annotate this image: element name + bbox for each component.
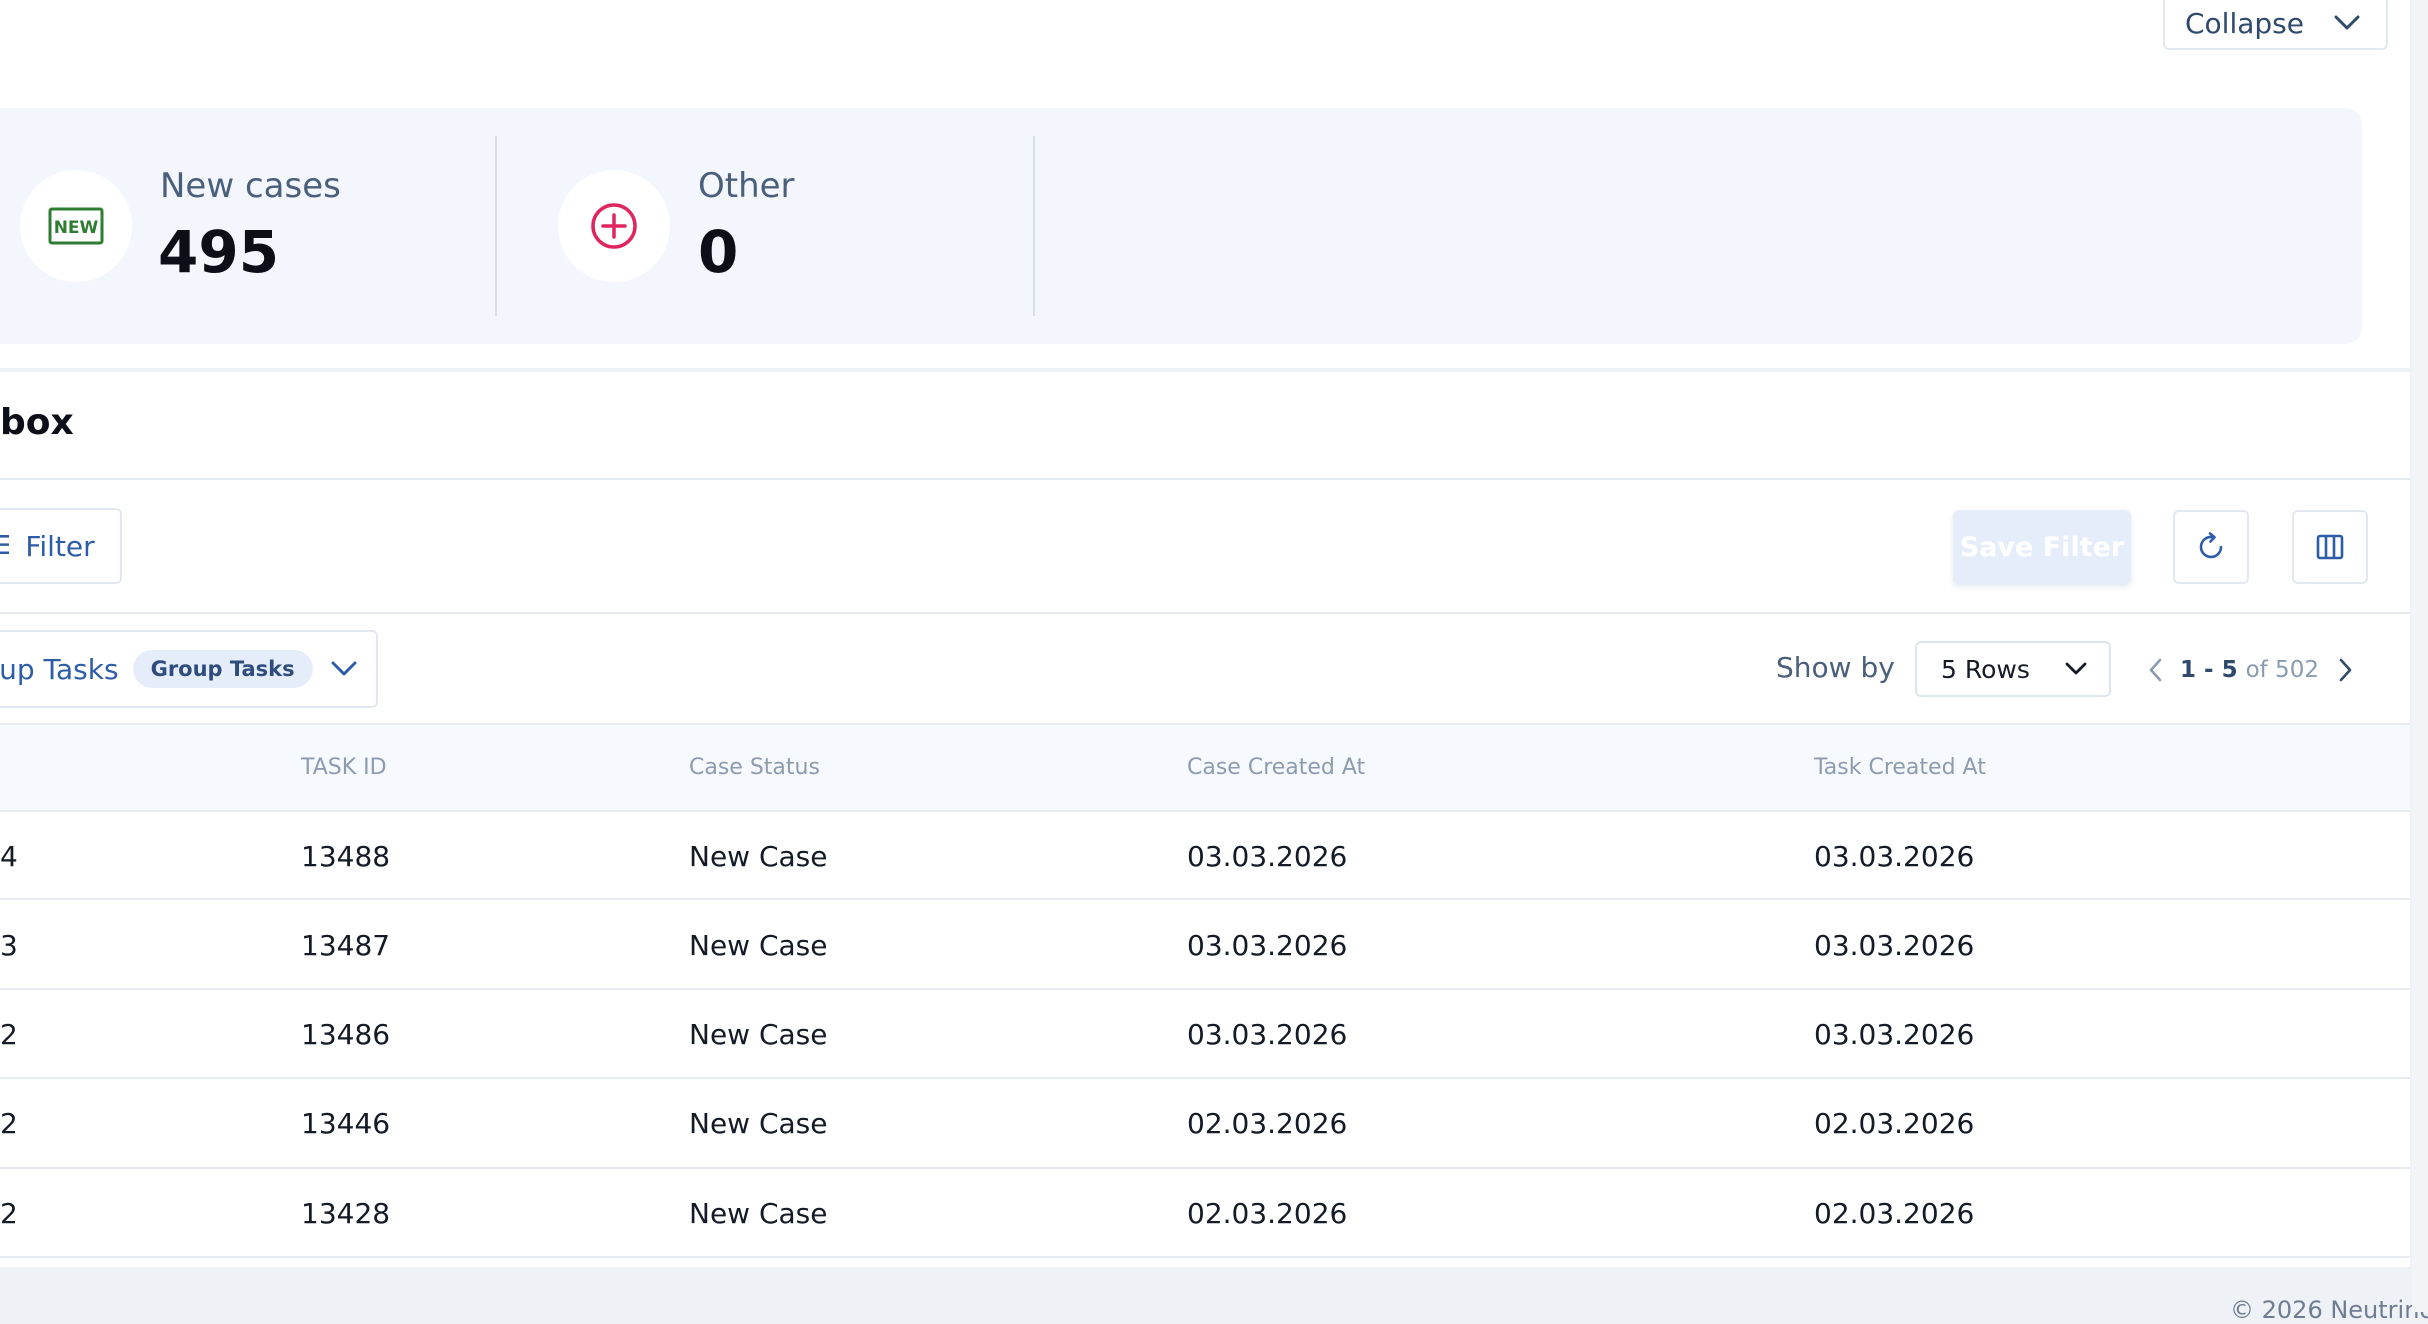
- table-cell-status: New Case: [689, 1018, 828, 1051]
- inbox-title: box: [0, 402, 74, 443]
- other-icon-circle: [558, 170, 670, 282]
- column-header-case-status[interactable]: Case Status: [689, 755, 820, 780]
- divider: [0, 898, 2410, 900]
- table-cell-task-created: 02.03.2026: [1814, 1107, 1975, 1140]
- divider: [0, 478, 2410, 480]
- new-cases-value: 495: [158, 218, 280, 286]
- divider: [0, 1077, 2410, 1079]
- table-cell-task-created: 03.03.2026: [1814, 929, 1975, 962]
- new-cases-label: New cases: [160, 166, 341, 206]
- stat-divider: [495, 136, 497, 316]
- column-header-case-created-at[interactable]: Case Created At: [1187, 755, 1365, 780]
- rows-per-page-value: 5 Rows: [1941, 654, 2030, 684]
- table-cell-task-id[interactable]: 13446: [301, 1107, 390, 1140]
- table-cell-task-id[interactable]: 13428: [301, 1197, 390, 1230]
- chevron-left-icon[interactable]: [2148, 658, 2162, 682]
- pager-total: of 502: [2245, 657, 2319, 683]
- table-cell-task-created: 03.03.2026: [1814, 840, 1975, 873]
- new-badge-icon: NEW: [48, 207, 104, 245]
- collapse-label: Collapse: [2185, 6, 2304, 40]
- column-header-task-id[interactable]: TASK ID: [301, 755, 387, 780]
- footer: [0, 1268, 2428, 1312]
- rows-per-page-select[interactable]: 5 Rows: [1915, 641, 2111, 697]
- chevron-right-icon[interactable]: [2339, 658, 2353, 682]
- filter-label: Filter: [25, 529, 95, 563]
- footer-copyright: © 2026 Neutrinos: [2230, 1296, 2428, 1324]
- divider: [0, 988, 2410, 990]
- table-cell-lead: 2: [0, 1018, 18, 1051]
- table-cell-status: New Case: [689, 1197, 828, 1230]
- stats-band: [0, 108, 2362, 344]
- table-cell-task-id[interactable]: 13488: [301, 840, 390, 873]
- filter-icon: ☰: [0, 531, 11, 561]
- table-cell-case-created: 02.03.2026: [1187, 1107, 1348, 1140]
- table-cell-task-id[interactable]: 13487: [301, 929, 390, 962]
- divider: [0, 1167, 2410, 1169]
- collapse-button[interactable]: Collapse: [2163, 0, 2388, 50]
- save-filter-button[interactable]: Save Filter: [1953, 510, 2131, 584]
- table-cell-case-created: 03.03.2026: [1187, 1018, 1348, 1051]
- group-tasks-label: oup Tasks: [0, 652, 119, 686]
- table-cell-task-id[interactable]: 13486: [301, 1018, 390, 1051]
- table-cell-status: New Case: [689, 1107, 828, 1140]
- table-cell-case-created: 03.03.2026: [1187, 840, 1348, 873]
- table-cell-task-created: 03.03.2026: [1814, 1018, 1975, 1051]
- group-tasks-chip: Group Tasks: [132, 650, 313, 688]
- refresh-button[interactable]: [2173, 510, 2249, 584]
- divider: [0, 723, 2410, 725]
- table-cell-lead: 2: [0, 1197, 18, 1230]
- divider: [0, 612, 2410, 614]
- new-cases-icon-circle: NEW: [20, 170, 132, 282]
- table-cell-task-created: 02.03.2026: [1814, 1197, 1975, 1230]
- chevron-down-icon: [2334, 15, 2360, 30]
- chevron-down-icon: [2065, 662, 2087, 675]
- table-cell-case-created: 03.03.2026: [1187, 929, 1348, 962]
- stat-divider: [1033, 136, 1035, 316]
- table-cell-lead: 4: [0, 840, 18, 873]
- table-cell-lead: 3: [0, 929, 18, 962]
- pager-range: 1 - 5: [2180, 657, 2238, 683]
- columns-button[interactable]: [2292, 510, 2368, 584]
- group-tasks-select[interactable]: oup Tasks Group Tasks: [0, 630, 378, 708]
- chevron-down-icon: [331, 661, 357, 676]
- refresh-icon: [2199, 532, 2223, 559]
- table-cell-status: New Case: [689, 929, 828, 962]
- show-by-label: Show by: [1776, 651, 1895, 684]
- plus-circle-icon: [591, 203, 637, 249]
- scrollbar-track[interactable]: [2412, 0, 2428, 1312]
- new-badge-text: NEW: [54, 218, 99, 238]
- other-value: 0: [698, 218, 739, 286]
- table-cell-case-created: 02.03.2026: [1187, 1197, 1348, 1230]
- table-cell-lead: 2: [0, 1107, 18, 1140]
- other-label: Other: [698, 166, 795, 206]
- divider: [0, 1256, 2410, 1258]
- divider: [0, 810, 2410, 812]
- column-header-task-created-at[interactable]: Task Created At: [1814, 755, 1986, 780]
- filter-button[interactable]: ☰ Filter: [0, 508, 122, 584]
- columns-icon: [2316, 534, 2344, 560]
- table-cell-status: New Case: [689, 840, 828, 873]
- pagination: 1 - 5 of 502: [2148, 648, 2353, 692]
